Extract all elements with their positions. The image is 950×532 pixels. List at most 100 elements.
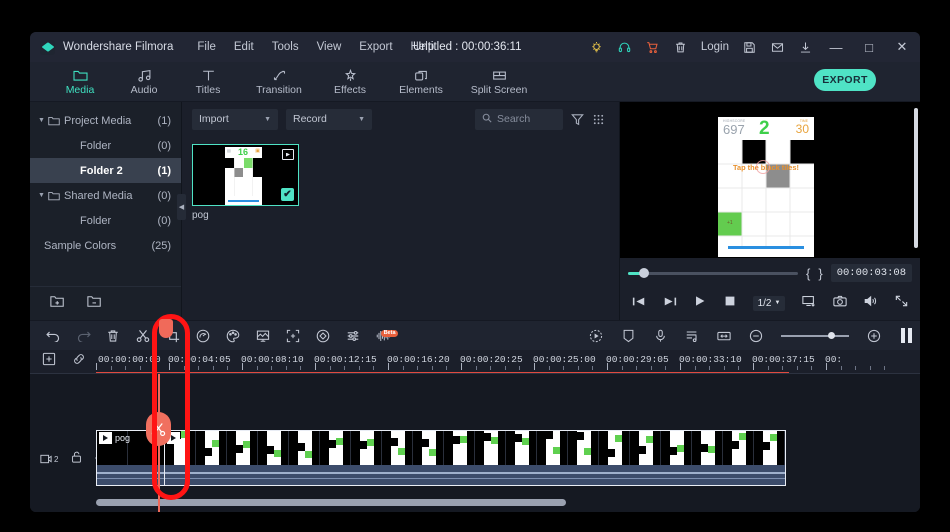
previous-frame-button[interactable] (632, 294, 646, 312)
collapse-panel-arrow-icon[interactable]: ◀ (177, 194, 186, 220)
tab-split-screen[interactable]: Split Screen (460, 67, 538, 96)
maximize-button[interactable]: □ (859, 40, 879, 55)
ruler-label: 00:00:08:10 (241, 354, 304, 365)
fit-timeline-button[interactable] (709, 330, 739, 342)
speed-dropdown[interactable]: 1/2 ▼ (752, 295, 786, 311)
ruler-ticks[interactable]: 00:00:00:00 00:00:04:05 00:00:08:10 00:0… (96, 350, 920, 373)
sidebar-item-folder-2[interactable]: Folder 2 (1) (30, 158, 181, 183)
timeline-clip-b[interactable] (164, 430, 786, 486)
keyframe-button[interactable] (308, 329, 338, 343)
split-button[interactable] (128, 329, 158, 343)
add-track-icon[interactable] (42, 352, 56, 371)
timeline-body[interactable]: 2 pog (30, 374, 920, 512)
preview-timecode[interactable]: 00:00:03:08 (830, 264, 912, 282)
play-button[interactable] (694, 294, 707, 312)
split-action-button[interactable] (146, 412, 171, 446)
tab-effects[interactable]: Effects (318, 67, 382, 96)
shopping-cart-icon[interactable] (645, 40, 660, 55)
grid-view-icon[interactable] (592, 113, 605, 126)
preview-stage[interactable]: HIGHSCORE 697 2 TIME 30 +1 Tap the black… (620, 102, 920, 258)
remove-folder-icon[interactable] (87, 295, 102, 313)
minimize-button[interactable]: — (826, 40, 846, 55)
sidebar-item-shared-media[interactable]: ▼ Shared Media (0) (30, 183, 181, 208)
search-input[interactable]: Search (475, 108, 563, 130)
audio-beta-button[interactable]: Beta (368, 329, 398, 343)
close-button[interactable]: ✕ (892, 39, 912, 55)
panel-resize-handle[interactable] (901, 328, 912, 343)
playhead-handle[interactable] (159, 319, 173, 338)
checkmark-icon[interactable]: ✔ (281, 188, 294, 201)
import-dropdown[interactable]: Import ▼ (192, 108, 278, 130)
track-number: 2 (54, 454, 59, 464)
tab-elements[interactable]: Elements (382, 67, 460, 96)
next-frame-button[interactable] (663, 294, 677, 312)
redo-button[interactable] (68, 329, 98, 342)
sidebar-item-folder-3[interactable]: Folder (0) (30, 208, 181, 233)
lightbulb-tip-icon[interactable] (589, 40, 604, 55)
preview-scrollbar[interactable] (914, 108, 918, 248)
zoom-slider[interactable] (781, 331, 849, 339)
audio-list-button[interactable] (677, 329, 707, 343)
delete-button[interactable] (98, 329, 128, 343)
tab-audio[interactable]: Audio (112, 67, 176, 96)
menu-view[interactable]: View (317, 41, 342, 53)
sidebar-item-count: (25) (151, 239, 171, 252)
login-button[interactable]: Login (701, 41, 729, 53)
mail-icon[interactable] (770, 40, 785, 55)
timer-value: 30 (795, 122, 809, 136)
snapshot-camera-button[interactable] (833, 294, 848, 312)
new-folder-icon[interactable] (50, 295, 65, 313)
unlock-icon[interactable] (71, 450, 82, 468)
trash-icon[interactable] (673, 40, 688, 55)
headphones-support-icon[interactable] (617, 40, 632, 55)
mark-in-button[interactable]: { (806, 266, 810, 281)
color-button[interactable] (218, 329, 248, 343)
speed-button[interactable] (188, 329, 218, 343)
fullscreen-button[interactable] (895, 294, 908, 312)
tab-titles[interactable]: Titles (176, 67, 240, 96)
media-thumbnail[interactable]: ▤ 16 ▣ ✔ (192, 144, 299, 206)
menu-bar: File Edit Tools View Export Help (197, 41, 434, 53)
menu-tools[interactable]: Tools (272, 41, 299, 53)
menu-file[interactable]: File (197, 41, 216, 53)
link-chain-icon[interactable] (72, 352, 86, 371)
export-button[interactable]: EXPORT (814, 69, 876, 91)
volume-button[interactable] (864, 294, 878, 312)
tab-media[interactable]: Media (48, 67, 112, 96)
green-screen-button[interactable] (248, 329, 278, 343)
chevron-down-icon[interactable]: ▼ (38, 192, 48, 199)
zoom-in-button[interactable] (859, 329, 889, 343)
sidebar-item-sample-colors[interactable]: Sample Colors (25) (30, 233, 181, 258)
timeline-horizontal-scrollbar[interactable] (96, 499, 566, 506)
preview-scrubber[interactable] (628, 268, 798, 278)
record-dropdown[interactable]: Record ▼ (286, 108, 372, 130)
ruler-left-actions (30, 350, 96, 373)
audio-mixer-button[interactable] (338, 329, 368, 343)
download-icon[interactable] (798, 40, 813, 55)
sidebar-item-project-media[interactable]: ▼ Project Media (1) (30, 108, 181, 133)
media-toolbar: Import ▼ Record ▼ Search (182, 102, 619, 136)
menu-export[interactable]: Export (359, 41, 392, 53)
tap-indicator-icon (756, 160, 770, 174)
mark-out-button[interactable]: } (818, 266, 822, 281)
snapshot-to-device-button[interactable] (802, 294, 816, 312)
tab-transition[interactable]: Transition (240, 67, 318, 96)
media-item-pog[interactable]: ▤ 16 ▣ ✔ pog (192, 144, 299, 221)
chevron-down-icon[interactable]: ▼ (38, 117, 48, 124)
sidebar-item-folder-1[interactable]: Folder (0) (30, 133, 181, 158)
marker-button[interactable] (613, 329, 643, 343)
save-icon[interactable] (742, 40, 757, 55)
stop-button[interactable] (724, 294, 736, 312)
track-2-clips[interactable]: pog (96, 430, 920, 488)
tab-titles-label: Titles (195, 84, 221, 96)
voiceover-button[interactable] (645, 329, 675, 343)
render-preview-button[interactable] (581, 329, 611, 343)
zoom-out-button[interactable] (741, 329, 771, 343)
undo-button[interactable] (38, 329, 68, 342)
motion-tracking-button[interactable] (278, 329, 308, 343)
funnel-filter-icon[interactable] (571, 113, 584, 126)
scrubber-knob[interactable] (639, 268, 649, 278)
clip-audio-waveform (165, 465, 785, 485)
tab-transition-label: Transition (256, 84, 302, 96)
menu-edit[interactable]: Edit (234, 41, 254, 53)
